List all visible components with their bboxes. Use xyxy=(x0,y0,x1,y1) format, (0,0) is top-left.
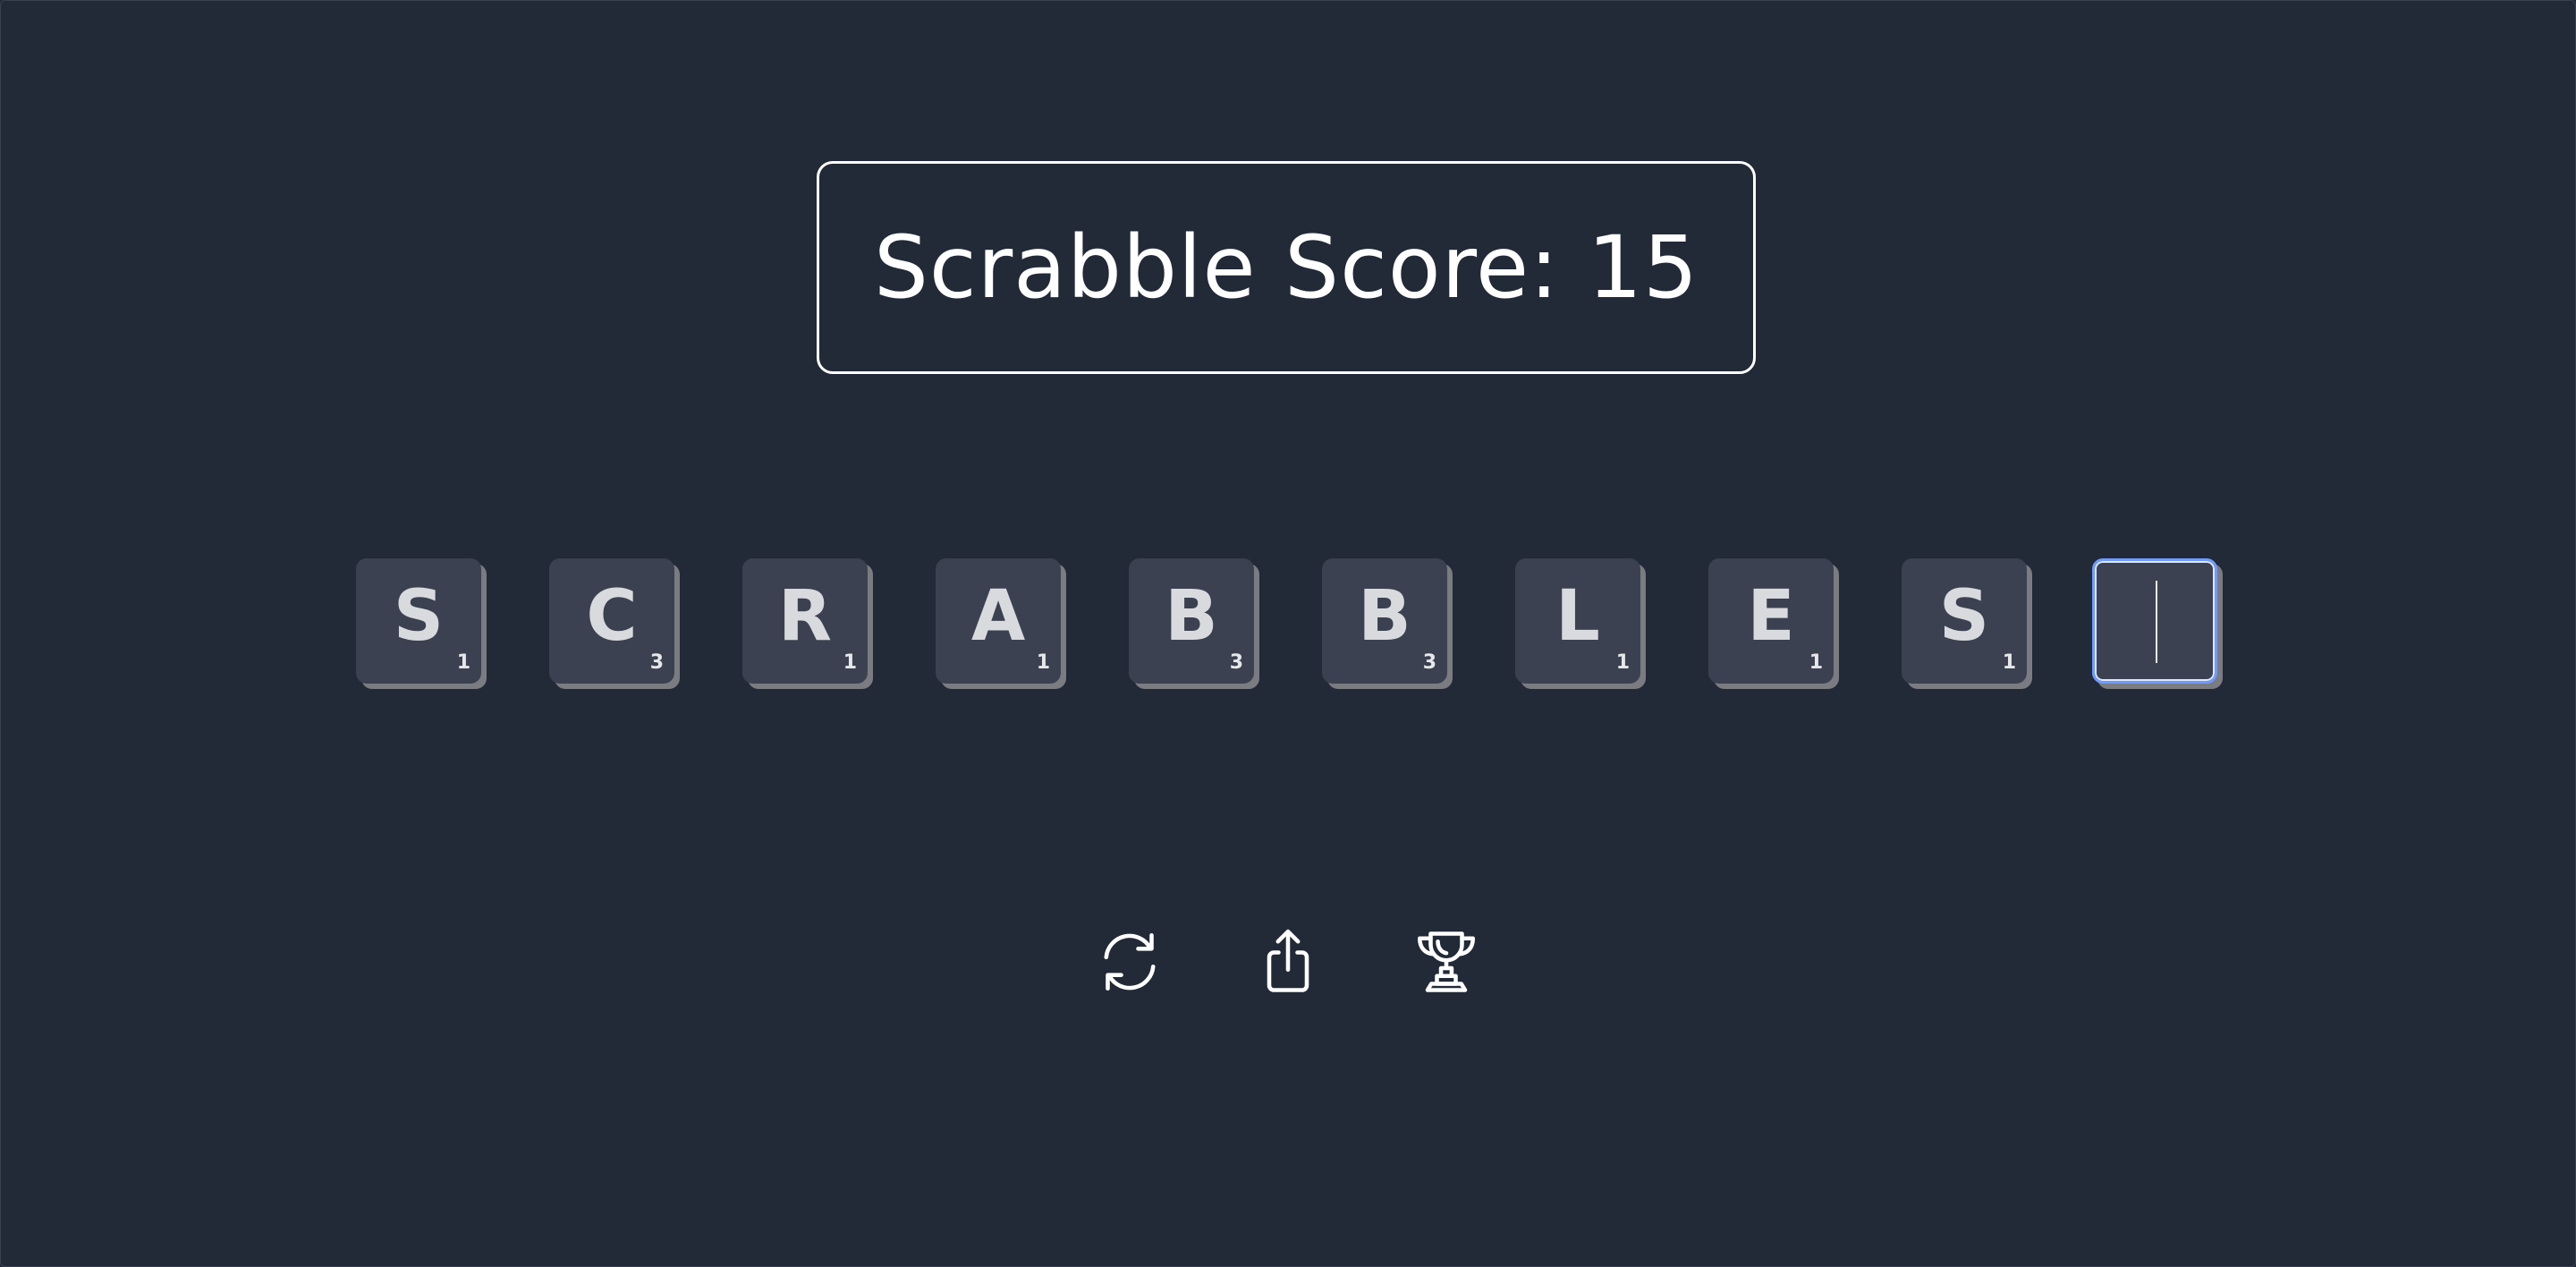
letter-tile[interactable]: A 1 xyxy=(936,558,1061,684)
tile-letter: S xyxy=(1938,576,1990,657)
score-label: Scrabble Score: 15 xyxy=(873,217,1699,318)
refresh-icon xyxy=(1092,924,1167,999)
share-button[interactable] xyxy=(1248,922,1328,1002)
tile-points: 3 xyxy=(1229,651,1243,674)
letter-tile[interactable]: R 1 xyxy=(742,558,868,684)
letter-tile[interactable]: S 1 xyxy=(356,558,481,684)
letter-tile[interactable]: B 3 xyxy=(1322,558,1447,684)
tile-points: 1 xyxy=(456,651,470,674)
tile-points: 1 xyxy=(843,651,857,674)
tile-points: 3 xyxy=(1422,651,1436,674)
tile-points: 1 xyxy=(1809,651,1823,674)
tile-letter: S xyxy=(393,576,445,657)
letter-input-tile[interactable] xyxy=(2092,558,2217,684)
tile-points: 3 xyxy=(649,651,664,674)
tile-letter: C xyxy=(586,576,638,657)
tile-points: 1 xyxy=(1036,651,1050,674)
letter-tile[interactable]: C 3 xyxy=(549,558,674,684)
action-bar xyxy=(1089,922,1492,1002)
tile-letter: B xyxy=(1165,576,1218,657)
tile-letter: A xyxy=(970,576,1026,657)
letter-tile[interactable]: E 1 xyxy=(1708,558,1834,684)
letter-tile[interactable]: L 1 xyxy=(1515,558,1640,684)
tile-letter: L xyxy=(1555,576,1600,657)
tile-letter: B xyxy=(1358,576,1411,657)
share-icon xyxy=(1250,924,1326,999)
tile-row: S 1 C 3 R 1 A 1 B 3 B 3 L 1 E 1 S 1 xyxy=(356,558,2225,693)
tile-points: 1 xyxy=(1615,651,1630,674)
letter-tile[interactable]: S 1 xyxy=(1902,558,2027,684)
leaderboard-button[interactable] xyxy=(1406,922,1487,1002)
refresh-button[interactable] xyxy=(1089,922,1170,1002)
tile-letter: R xyxy=(777,576,833,657)
trophy-icon xyxy=(1409,924,1484,999)
tile-points: 1 xyxy=(2002,651,2016,674)
text-caret xyxy=(2156,581,2157,663)
tile-letter: E xyxy=(1747,576,1795,657)
score-box: Scrabble Score: 15 xyxy=(817,161,1756,374)
letter-tile[interactable]: B 3 xyxy=(1129,558,1254,684)
